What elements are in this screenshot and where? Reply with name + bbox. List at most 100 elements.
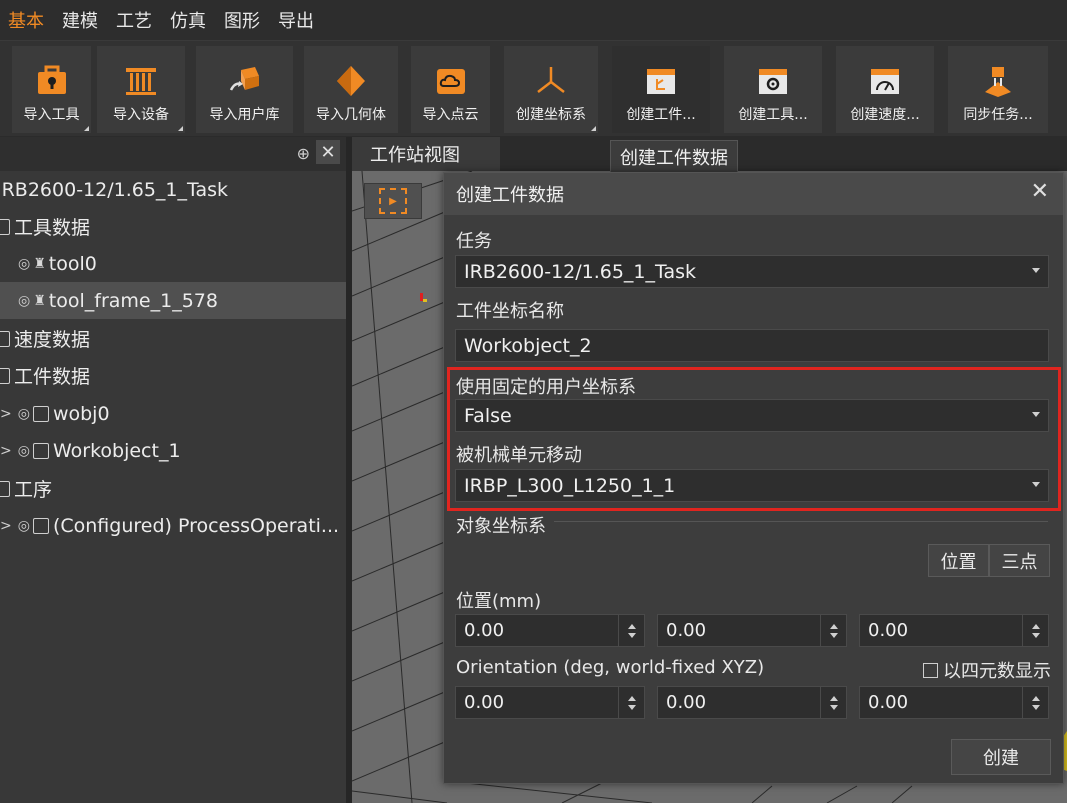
select-mode-button[interactable]: ▶ [364,183,422,219]
spin-arrows-icon[interactable] [618,615,644,646]
eye-icon[interactable]: ◎ [18,293,30,309]
speeddata-folder-icon [0,330,10,347]
position-z-spinbox[interactable]: 0.00 [859,614,1049,647]
menu-basic[interactable]: 基本 [8,7,44,33]
menu-bar: 基本 建模 工艺 仿真 图形 导出 [0,0,1067,40]
fixed-uframe-select[interactable]: False [455,399,1049,432]
menu-modeling[interactable]: 建模 [62,7,98,33]
layout-tree-panel: ⊕ ✕ IRB2600-12/1.65_1_Task 工具数据 ◎ ♜ tool… [0,137,346,803]
tree-item-wobjdata[interactable]: 工件数据 [0,357,346,394]
tooltip: 创建工件数据 [610,140,738,174]
moved-by-select[interactable]: IRBP_L300_L1250_1_1 [455,469,1049,502]
spin-arrows-icon[interactable] [820,687,846,718]
tree-item-task[interactable]: IRB2600-12/1.65_1_Task [0,171,346,208]
divider [554,521,1048,522]
three-points-mode-button[interactable]: 三点 [989,544,1050,577]
dropdown-corner-icon [178,126,183,131]
eye-icon[interactable]: ◎ [18,443,30,459]
tab-station-view[interactable]: 工作站视图 [352,137,500,171]
sync-task-icon [978,62,1018,100]
import-tool-button[interactable]: 导入工具 [12,46,91,133]
menu-process[interactable]: 工艺 [116,7,152,33]
chevron-right-icon[interactable]: > [0,443,12,459]
chevron-down-icon [1032,412,1040,417]
dropdown-corner-icon [591,126,596,131]
process-folder-icon [0,480,10,497]
create-speed-icon [865,62,905,100]
fixed-uframe-label: 使用固定的用户坐标系 [456,377,636,398]
orientation-label: Orientation (deg, world-fixed XYZ) [456,657,765,678]
selection-box-icon: ▶ [379,188,407,214]
menu-export[interactable]: 导出 [278,7,314,33]
tree-item-process[interactable]: 工序 [0,470,346,507]
orientation-x-spinbox[interactable]: 0.00 [455,686,645,719]
tree-item-process-operation[interactable]: > ◎ (Configured) ProcessOperati... [0,507,346,544]
ribbon-toolbar: 导入工具 导入设备 导入用户库 导入几何体 导入点云 创建坐标系 创建工件...… [0,40,1067,136]
chevron-right-icon[interactable]: > [0,518,12,534]
position-x-spinbox[interactable]: 0.00 [455,614,645,647]
eye-icon[interactable]: ◎ [18,406,30,422]
create-speed-button[interactable]: 创建速度... [836,46,934,133]
close-icon[interactable]: ✕ [1031,179,1049,204]
import-user-library-button[interactable]: 导入用户库 [196,46,293,133]
checkbox-icon[interactable] [923,662,938,678]
dropdown-corner-icon [84,126,89,131]
menu-graphics[interactable]: 图形 [224,7,260,33]
orientation-z-spinbox[interactable]: 0.00 [859,686,1049,719]
tree-item-wobj0[interactable]: > ◎ wobj0 [0,395,346,432]
position-y-spinbox[interactable]: 0.00 [657,614,847,647]
spin-arrows-icon[interactable] [1022,687,1048,718]
eye-icon[interactable]: ◎ [18,518,30,534]
quaternion-checkbox[interactable]: 以四元数显示 [923,657,1051,683]
task-label: 任务 [456,231,492,252]
create-workobject-dialog: 创建工件数据 ✕ 任务 IRB2600-12/1.65_1_Task 工件坐标名… [443,172,1064,784]
process-operation-icon [32,517,49,534]
chevron-down-icon [1032,268,1040,273]
tree-item-speeddata[interactable]: 速度数据 [0,320,346,357]
tree-item-tooldata[interactable]: 工具数据 [0,208,346,245]
menu-simulation[interactable]: 仿真 [170,7,206,33]
device-icon [121,62,161,100]
position-label: 位置(mm) [456,591,542,612]
dialog-title: 创建工件数据 [456,185,564,206]
tree-item-workobject1[interactable]: > ◎ Workobject_1 [0,432,346,469]
tool-icon: ♜ [33,292,46,309]
spin-arrows-icon[interactable] [820,615,846,646]
geometry-icon [331,62,371,100]
tool-box-icon [32,62,72,100]
chevron-right-icon[interactable]: > [0,406,12,422]
task-select[interactable]: IRB2600-12/1.65_1_Task [455,255,1049,288]
workobject-icon [32,442,49,459]
tree-item-tool-frame[interactable]: ◎ ♜ tool_frame_1_578 [0,282,346,319]
orientation-y-spinbox[interactable]: 0.00 [657,686,847,719]
tree-item-tool0[interactable]: ◎ ♜ tool0 [0,245,346,282]
create-workobject-button[interactable]: 创建工件... [612,46,710,133]
position-mode-button[interactable]: 位置 [928,544,989,577]
wobjdata-folder-icon [0,367,10,384]
coordinate-system-icon [531,62,571,100]
pin-icon[interactable]: ⊕ [297,144,310,163]
sync-task-button[interactable]: 同步任务... [948,46,1048,133]
spin-arrows-icon[interactable] [1022,615,1048,646]
moved-by-label: 被机械单元移动 [456,445,582,466]
point-cloud-icon [431,62,471,100]
tool-icon: ♜ [33,255,46,272]
workobject-icon [32,405,49,422]
create-tool-button[interactable]: 创建工具... [724,46,822,133]
close-icon[interactable]: ✕ [316,140,340,164]
eye-icon[interactable]: ◎ [18,256,30,272]
import-geometry-button[interactable]: 导入几何体 [304,46,398,133]
wobj-name-input[interactable]: Workobject_2 [455,329,1049,362]
wobj-name-label: 工件坐标名称 [456,301,564,322]
create-coordinate-system-button[interactable]: 创建坐标系 [504,46,598,133]
panel-header: ⊕ ✕ [0,137,346,171]
create-tool-icon [753,62,793,100]
chevron-down-icon [1032,482,1040,487]
dialog-title-bar: 创建工件数据 ✕ [444,173,1063,215]
spin-arrows-icon[interactable] [618,687,644,718]
create-workobject-icon [641,62,681,100]
create-button[interactable]: 创建 [951,739,1051,775]
import-device-button[interactable]: 导入设备 [97,46,185,133]
object-frame-label: 对象坐标系 [456,516,546,537]
import-point-cloud-button[interactable]: 导入点云 [411,46,490,133]
